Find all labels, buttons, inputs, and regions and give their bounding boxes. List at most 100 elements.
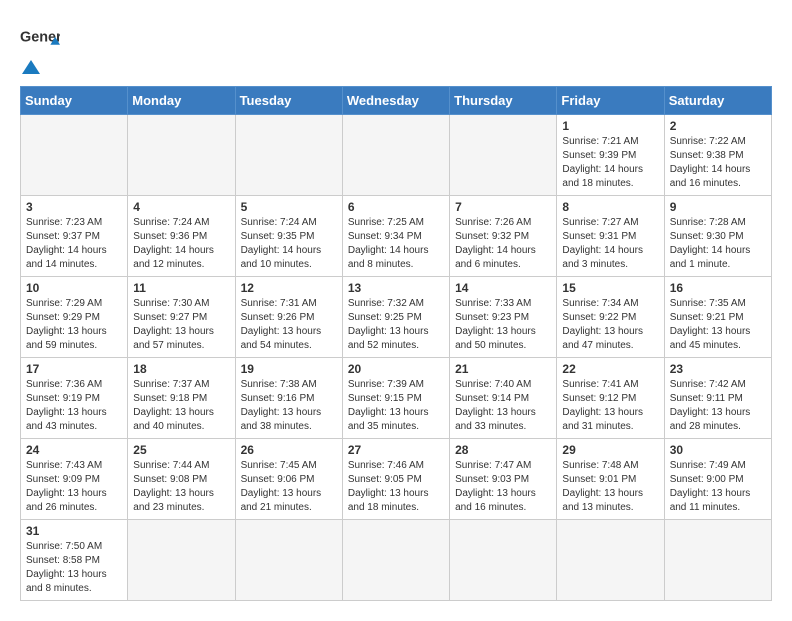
header-monday: Monday — [128, 87, 235, 115]
calendar-cell: 28Sunrise: 7:47 AM Sunset: 9:03 PM Dayli… — [450, 439, 557, 520]
day-info: Sunrise: 7:30 AM Sunset: 9:27 PM Dayligh… — [133, 297, 229, 353]
day-info: Sunrise: 7:48 AM Sunset: 9:01 PM Dayligh… — [562, 459, 658, 515]
header-friday: Friday — [557, 87, 664, 115]
calendar-cell: 23Sunrise: 7:42 AM Sunset: 9:11 PM Dayli… — [664, 358, 771, 439]
calendar-cell: 30 Sunrise: 7:49 AM Sunset: 9:00 PM Dayli… — [664, 439, 771, 520]
day-number: 3 — [26, 200, 122, 214]
calendar-cell: 4Sunrise: 7:24 AM Sunset: 9:36 PM Daylig… — [128, 196, 235, 277]
logo-icon: General — [20, 20, 60, 60]
day-number: 6 — [348, 200, 444, 214]
day-info: Sunrise: 7:45 AM Sunset: 9:06 PM Dayligh… — [241, 459, 337, 515]
calendar-cell: 29 Sunrise: 7:48 AM Sunset: 9:01 PM Dayli… — [557, 439, 664, 520]
calendar-cell: 10 Sunrise: 7:29 AM Sunset: 9:29 PM Dayli… — [21, 277, 128, 358]
day-number: 25 — [133, 443, 229, 457]
day-info: Sunrise: 7:50 AM Sunset: 8:58 PM Dayligh… — [26, 540, 122, 596]
calendar-cell: 31 Sunrise: 7:50 AM Sunset: 8:58 PM Dayli… — [21, 520, 128, 601]
day-number: 15 — [562, 281, 658, 295]
day-number: 19 — [241, 362, 337, 376]
calendar-cell: 16 Sunrise: 7:35 AM Sunset: 9:21 PM Dayli… — [664, 277, 771, 358]
day-number: 11 — [133, 281, 229, 295]
calendar-cell: 12Sunrise: 7:31 AM Sunset: 9:26 PM Dayli… — [235, 277, 342, 358]
day-info: Sunrise: 7:26 AM Sunset: 9:32 PM Dayligh… — [455, 216, 551, 272]
day-number: 13 — [348, 281, 444, 295]
day-info: Sunrise: 7:23 AM Sunset: 9:37 PM Dayligh… — [26, 216, 122, 272]
header-thursday: Thursday — [450, 87, 557, 115]
calendar-week-2: 10 Sunrise: 7:29 AM Sunset: 9:29 PM Dayli… — [21, 277, 772, 358]
calendar-cell — [235, 115, 342, 196]
calendar-cell: 21Sunrise: 7:40 AM Sunset: 9:14 PM Dayli… — [450, 358, 557, 439]
calendar-cell — [557, 520, 664, 601]
day-info: Sunrise: 7:31 AM Sunset: 9:26 PM Dayligh… — [241, 297, 337, 353]
calendar-table: SundayMondayTuesdayWednesdayThursdayFrid… — [20, 86, 772, 601]
calendar-week-3: 17Sunrise: 7:36 AM Sunset: 9:19 PM Dayli… — [21, 358, 772, 439]
day-info: Sunrise: 7:28 AM Sunset: 9:30 PM Dayligh… — [670, 216, 766, 272]
calendar-cell — [450, 115, 557, 196]
calendar-cell: 19Sunrise: 7:38 AM Sunset: 9:16 PM Dayli… — [235, 358, 342, 439]
day-number: 30 — [670, 443, 766, 457]
calendar-cell — [128, 520, 235, 601]
day-number: 31 — [26, 524, 122, 538]
calendar-cell: 7 Sunrise: 7:26 AM Sunset: 9:32 PM Daylig… — [450, 196, 557, 277]
day-info: Sunrise: 7:21 AM Sunset: 9:39 PM Dayligh… — [562, 135, 658, 191]
logo-triangle-icon — [22, 60, 40, 74]
day-number: 21 — [455, 362, 551, 376]
day-number: 29 — [562, 443, 658, 457]
day-number: 14 — [455, 281, 551, 295]
day-number: 9 — [670, 200, 766, 214]
day-info: Sunrise: 7:47 AM Sunset: 9:03 PM Dayligh… — [455, 459, 551, 515]
day-info: Sunrise: 7:24 AM Sunset: 9:35 PM Dayligh… — [241, 216, 337, 272]
day-info: Sunrise: 7:41 AM Sunset: 9:12 PM Dayligh… — [562, 378, 658, 434]
day-number: 17 — [26, 362, 122, 376]
day-info: Sunrise: 7:43 AM Sunset: 9:09 PM Dayligh… — [26, 459, 122, 515]
day-number: 10 — [26, 281, 122, 295]
calendar-cell: 3 Sunrise: 7:23 AM Sunset: 9:37 PM Daylig… — [21, 196, 128, 277]
calendar-cell: 5 Sunrise: 7:24 AM Sunset: 9:35 PM Daylig… — [235, 196, 342, 277]
day-number: 7 — [455, 200, 551, 214]
day-number: 24 — [26, 443, 122, 457]
day-info: Sunrise: 7:33 AM Sunset: 9:23 PM Dayligh… — [455, 297, 551, 353]
calendar-week-0: 1 Sunrise: 7:21 AM Sunset: 9:39 PM Daylig… — [21, 115, 772, 196]
calendar-cell: 18Sunrise: 7:37 AM Sunset: 9:18 PM Dayli… — [128, 358, 235, 439]
day-info: Sunrise: 7:34 AM Sunset: 9:22 PM Dayligh… — [562, 297, 658, 353]
calendar-cell — [342, 520, 449, 601]
calendar-cell — [235, 520, 342, 601]
day-number: 5 — [241, 200, 337, 214]
calendar-cell: 15 Sunrise: 7:34 AM Sunset: 9:22 PM Dayli… — [557, 277, 664, 358]
calendar-cell: 25Sunrise: 7:44 AM Sunset: 9:08 PM Dayli… — [128, 439, 235, 520]
day-number: 8 — [562, 200, 658, 214]
day-info: Sunrise: 7:27 AM Sunset: 9:31 PM Dayligh… — [562, 216, 658, 272]
calendar-cell: 22 Sunrise: 7:41 AM Sunset: 9:12 PM Dayli… — [557, 358, 664, 439]
calendar-cell: 2Sunrise: 7:22 AM Sunset: 9:38 PM Daylig… — [664, 115, 771, 196]
header-saturday: Saturday — [664, 87, 771, 115]
calendar-week-5: 31 Sunrise: 7:50 AM Sunset: 8:58 PM Dayli… — [21, 520, 772, 601]
calendar-cell: 9 Sunrise: 7:28 AM Sunset: 9:30 PM Daylig… — [664, 196, 771, 277]
calendar-cell — [342, 115, 449, 196]
header-tuesday: Tuesday — [235, 87, 342, 115]
calendar-week-1: 3 Sunrise: 7:23 AM Sunset: 9:37 PM Daylig… — [21, 196, 772, 277]
day-info: Sunrise: 7:25 AM Sunset: 9:34 PM Dayligh… — [348, 216, 444, 272]
day-number: 2 — [670, 119, 766, 133]
day-info: Sunrise: 7:29 AM Sunset: 9:29 PM Dayligh… — [26, 297, 122, 353]
calendar-cell: 1 Sunrise: 7:21 AM Sunset: 9:39 PM Daylig… — [557, 115, 664, 196]
calendar-cell: 6 Sunrise: 7:25 AM Sunset: 9:34 PM Daylig… — [342, 196, 449, 277]
calendar-header-row: SundayMondayTuesdayWednesdayThursdayFrid… — [21, 87, 772, 115]
day-number: 1 — [562, 119, 658, 133]
day-info: Sunrise: 7:49 AM Sunset: 9:00 PM Dayligh… — [670, 459, 766, 515]
calendar-cell — [664, 520, 771, 601]
calendar-cell: 27 Sunrise: 7:46 AM Sunset: 9:05 PM Dayli… — [342, 439, 449, 520]
calendar-cell: 13Sunrise: 7:32 AM Sunset: 9:25 PM Dayli… — [342, 277, 449, 358]
day-number: 26 — [241, 443, 337, 457]
calendar-cell: 24 Sunrise: 7:43 AM Sunset: 9:09 PM Dayli… — [21, 439, 128, 520]
day-number: 22 — [562, 362, 658, 376]
day-info: Sunrise: 7:35 AM Sunset: 9:21 PM Dayligh… — [670, 297, 766, 353]
calendar-cell: 14 Sunrise: 7:33 AM Sunset: 9:23 PM Dayli… — [450, 277, 557, 358]
day-info: Sunrise: 7:46 AM Sunset: 9:05 PM Dayligh… — [348, 459, 444, 515]
day-info: Sunrise: 7:24 AM Sunset: 9:36 PM Dayligh… — [133, 216, 229, 272]
day-number: 16 — [670, 281, 766, 295]
day-number: 23 — [670, 362, 766, 376]
day-number: 27 — [348, 443, 444, 457]
calendar-cell — [128, 115, 235, 196]
day-info: Sunrise: 7:37 AM Sunset: 9:18 PM Dayligh… — [133, 378, 229, 434]
calendar-cell: 8 Sunrise: 7:27 AM Sunset: 9:31 PM Daylig… — [557, 196, 664, 277]
logo: General — [20, 20, 60, 76]
